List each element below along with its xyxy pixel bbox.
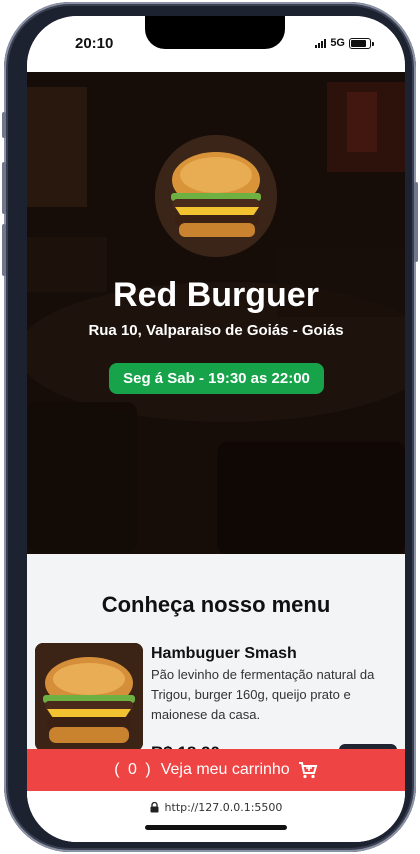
restaurant-logo [155,135,277,257]
phone-frame: 20:10 5G Red Burguer Rua 10, Valparaiso … [2,2,418,852]
status-time: 20:10 [75,35,114,52]
cart-count: ( 0 ) [114,761,153,778]
browser-url-bar[interactable]: http://127.0.0.1:5500 [27,791,405,842]
lock-icon [150,802,159,813]
volume-down-button [2,224,6,276]
power-button [414,182,418,262]
url-text: http://127.0.0.1:5500 [164,801,283,814]
hero-banner: Red Burguer Rua 10, Valparaiso de Goiás … [27,72,405,554]
restaurant-address: Rua 10, Valparaiso de Goiás - Goiás [88,322,344,339]
volume-up-button [2,162,6,214]
menu-title: Conheça nosso menu [101,592,331,617]
menu-item-name: Hambuguer Smash [151,645,297,662]
phone-screen: 20:10 5G Red Burguer Rua 10, Valparaiso … [27,16,405,842]
menu-item-image [35,643,143,751]
notch [145,16,285,49]
silent-switch [2,112,6,138]
status-icons: 5G [315,37,374,49]
cart-icon [298,762,318,779]
network-label: 5G [330,37,345,49]
opening-hours-badge: Seg á Sab - 19:30 as 22:00 [109,363,324,394]
status-bar: 20:10 5G [27,16,405,72]
url-row: http://127.0.0.1:5500 [27,801,405,814]
home-indicator [145,825,287,830]
signal-icon [315,38,327,48]
view-cart-button[interactable]: ( 0 ) Veja meu carrinho [27,749,405,791]
battery-icon [349,37,374,49]
menu-item-description: Pão levinho de fermentação natural da Tr… [151,667,375,722]
burger-logo-image [155,135,277,257]
restaurant-name: Red Burguer [113,276,319,314]
battery-level [351,39,367,47]
cart-label: Veja meu carrinho [160,761,290,778]
